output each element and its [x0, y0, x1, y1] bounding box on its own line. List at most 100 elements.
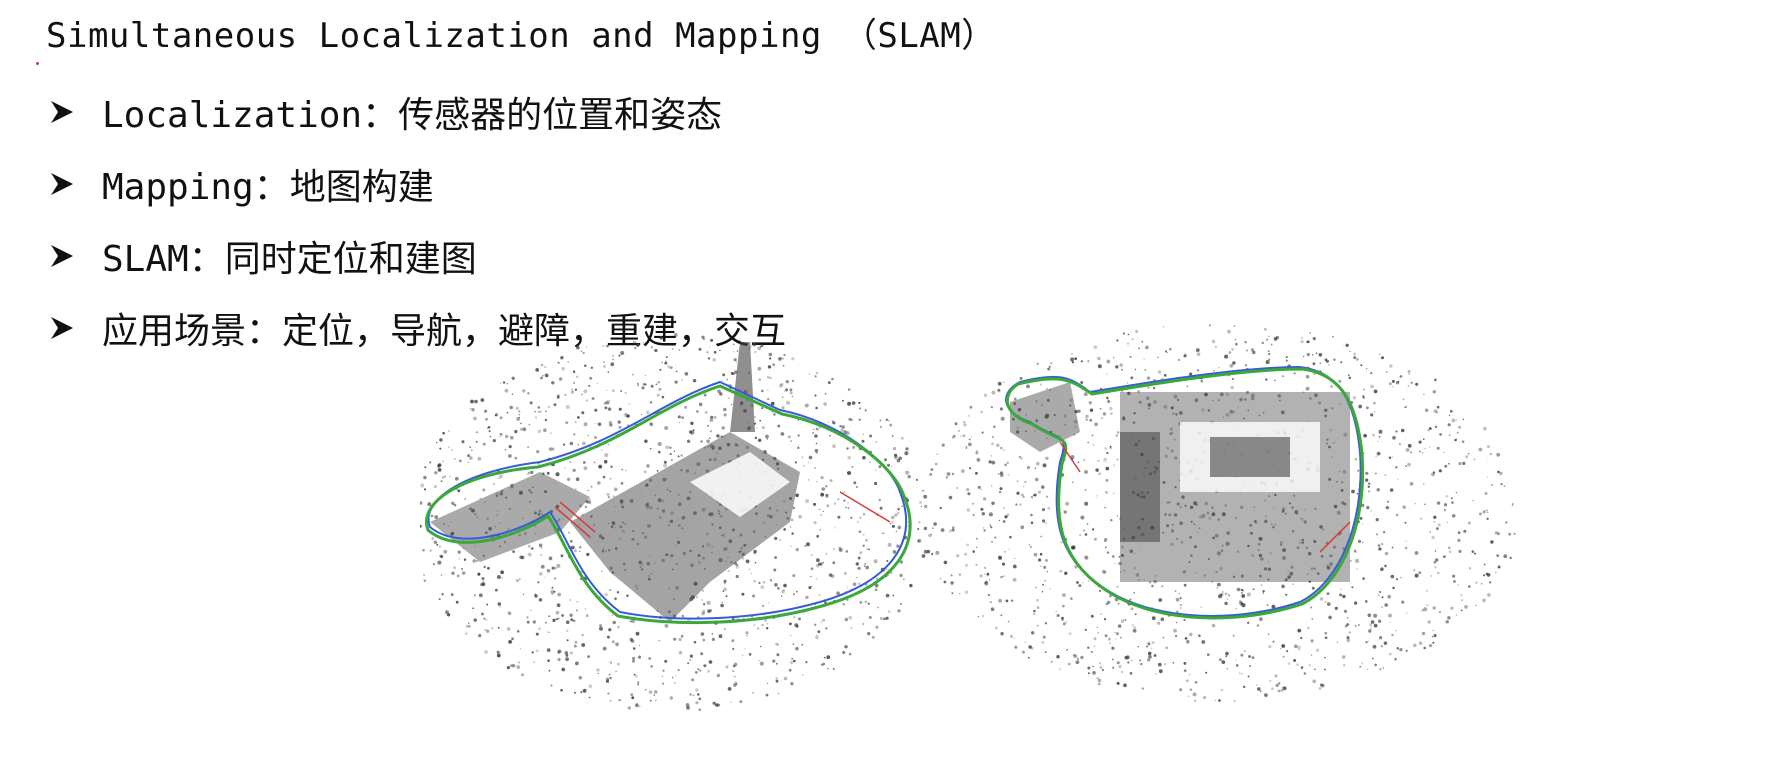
- point-cloud-dot: [1183, 583, 1187, 587]
- point-cloud-dot: [1430, 575, 1432, 577]
- point-cloud-dot: [543, 428, 547, 432]
- point-cloud-dot: [650, 346, 653, 349]
- point-cloud-dot: [520, 673, 525, 677]
- point-cloud-dot: [712, 358, 716, 362]
- point-cloud-dot: [1229, 363, 1234, 368]
- point-cloud-dot: [562, 443, 566, 446]
- point-cloud-dot: [1325, 359, 1329, 363]
- point-cloud-dot: [863, 534, 865, 536]
- point-cloud-dot: [499, 416, 503, 420]
- point-cloud-dot: [847, 388, 851, 391]
- point-cloud-dot: [1460, 594, 1462, 596]
- point-cloud-dot: [1119, 363, 1124, 368]
- point-cloud-dot: [1019, 503, 1022, 506]
- point-cloud-dot: [581, 643, 586, 647]
- point-cloud-dot: [757, 346, 762, 351]
- point-cloud-dot: [850, 516, 853, 519]
- point-cloud-dot: [798, 617, 801, 621]
- point-cloud-dot: [832, 668, 835, 670]
- point-cloud-dot: [423, 488, 427, 491]
- point-cloud-dot: [1155, 673, 1157, 675]
- point-cloud-dot: [550, 684, 553, 687]
- point-cloud-dot: [1311, 586, 1315, 590]
- point-cloud-dot: [789, 545, 792, 548]
- point-cloud-dot: [766, 438, 768, 440]
- point-cloud-dot: [889, 523, 892, 525]
- point-cloud-dot: [442, 431, 445, 435]
- point-cloud-dot: [1389, 506, 1391, 509]
- point-cloud-dot: [441, 593, 444, 596]
- point-cloud-dot: [1373, 613, 1378, 618]
- point-cloud-dot: [989, 524, 992, 527]
- point-cloud-dot: [834, 527, 836, 529]
- point-cloud-dot: [1458, 425, 1461, 429]
- point-cloud-dot: [1080, 381, 1084, 384]
- point-cloud-dot: [848, 417, 852, 421]
- point-cloud-dot: [1097, 364, 1102, 369]
- point-cloud-dot: [604, 593, 608, 597]
- point-cloud-dot: [1007, 473, 1010, 476]
- point-cloud-dot: [580, 350, 582, 352]
- point-cloud-dot: [1346, 617, 1349, 619]
- point-cloud-dot: [1033, 609, 1036, 613]
- point-cloud-dot: [1014, 645, 1018, 649]
- point-cloud-dot: [732, 664, 736, 668]
- point-cloud-dot: [612, 389, 615, 392]
- point-cloud-dot: [1218, 658, 1222, 662]
- point-cloud-dot: [792, 593, 795, 596]
- point-cloud-dot: [723, 628, 726, 630]
- point-cloud-dot: [790, 634, 792, 637]
- point-cloud-dot: [608, 420, 613, 425]
- point-cloud-dot: [825, 493, 829, 497]
- point-cloud-dot: [1489, 452, 1493, 456]
- point-cloud-dot: [1437, 571, 1440, 575]
- point-cloud-dot: [943, 560, 948, 565]
- point-cloud-dot: [1372, 644, 1377, 649]
- point-cloud-dot: [1003, 381, 1005, 383]
- point-cloud-dot: [1151, 616, 1156, 621]
- point-cloud-dot: [1509, 556, 1512, 559]
- point-cloud-dot: [1336, 641, 1338, 643]
- point-cloud-dot: [1049, 587, 1051, 590]
- point-cloud-dot: [733, 358, 737, 362]
- point-cloud-dot: [476, 560, 478, 562]
- point-cloud-dot: [566, 629, 569, 632]
- point-cloud-dot: [1392, 586, 1395, 590]
- point-cloud-dot: [1387, 594, 1391, 599]
- point-cloud-dot: [1146, 376, 1151, 380]
- point-cloud-dot: [1247, 621, 1250, 624]
- point-cloud-dot: [506, 627, 511, 631]
- point-cloud-dot: [890, 515, 895, 520]
- point-cloud-dot: [813, 428, 815, 430]
- point-cloud-dot: [1348, 631, 1351, 634]
- point-cloud-dot: [1486, 517, 1489, 520]
- arrowhead-bullet-icon: [51, 101, 73, 123]
- point-cloud-dot: [966, 543, 969, 547]
- point-cloud-dot: [570, 390, 574, 394]
- point-cloud-dot: [1145, 345, 1149, 350]
- point-cloud-dot: [865, 539, 868, 542]
- point-cloud-dot: [581, 633, 584, 637]
- point-cloud-dot: [480, 612, 484, 616]
- point-cloud-dot: [1104, 538, 1108, 542]
- point-cloud-dot: [826, 655, 831, 660]
- point-cloud-dot: [1278, 682, 1281, 685]
- point-cloud-dot: [1091, 528, 1095, 531]
- point-cloud-dot: [599, 624, 602, 627]
- point-cloud-dot: [486, 619, 488, 621]
- point-cloud-dot: [752, 342, 756, 347]
- slam-map-perspective-view: [420, 333, 928, 711]
- point-cloud-dot: [572, 468, 576, 472]
- point-cloud-dot: [1378, 435, 1381, 438]
- point-cloud-dot: [497, 602, 502, 606]
- point-cloud-dot: [810, 567, 814, 570]
- point-cloud-dot: [615, 642, 619, 647]
- point-cloud-dot: [1232, 634, 1235, 637]
- point-cloud-dot: [814, 448, 819, 453]
- point-cloud-dot: [606, 344, 609, 348]
- point-cloud-dot: [814, 394, 817, 397]
- point-cloud-dot: [1389, 488, 1394, 492]
- point-cloud-dot: [1037, 490, 1041, 494]
- point-cloud-dot: [560, 554, 564, 558]
- point-cloud-dot: [475, 440, 478, 443]
